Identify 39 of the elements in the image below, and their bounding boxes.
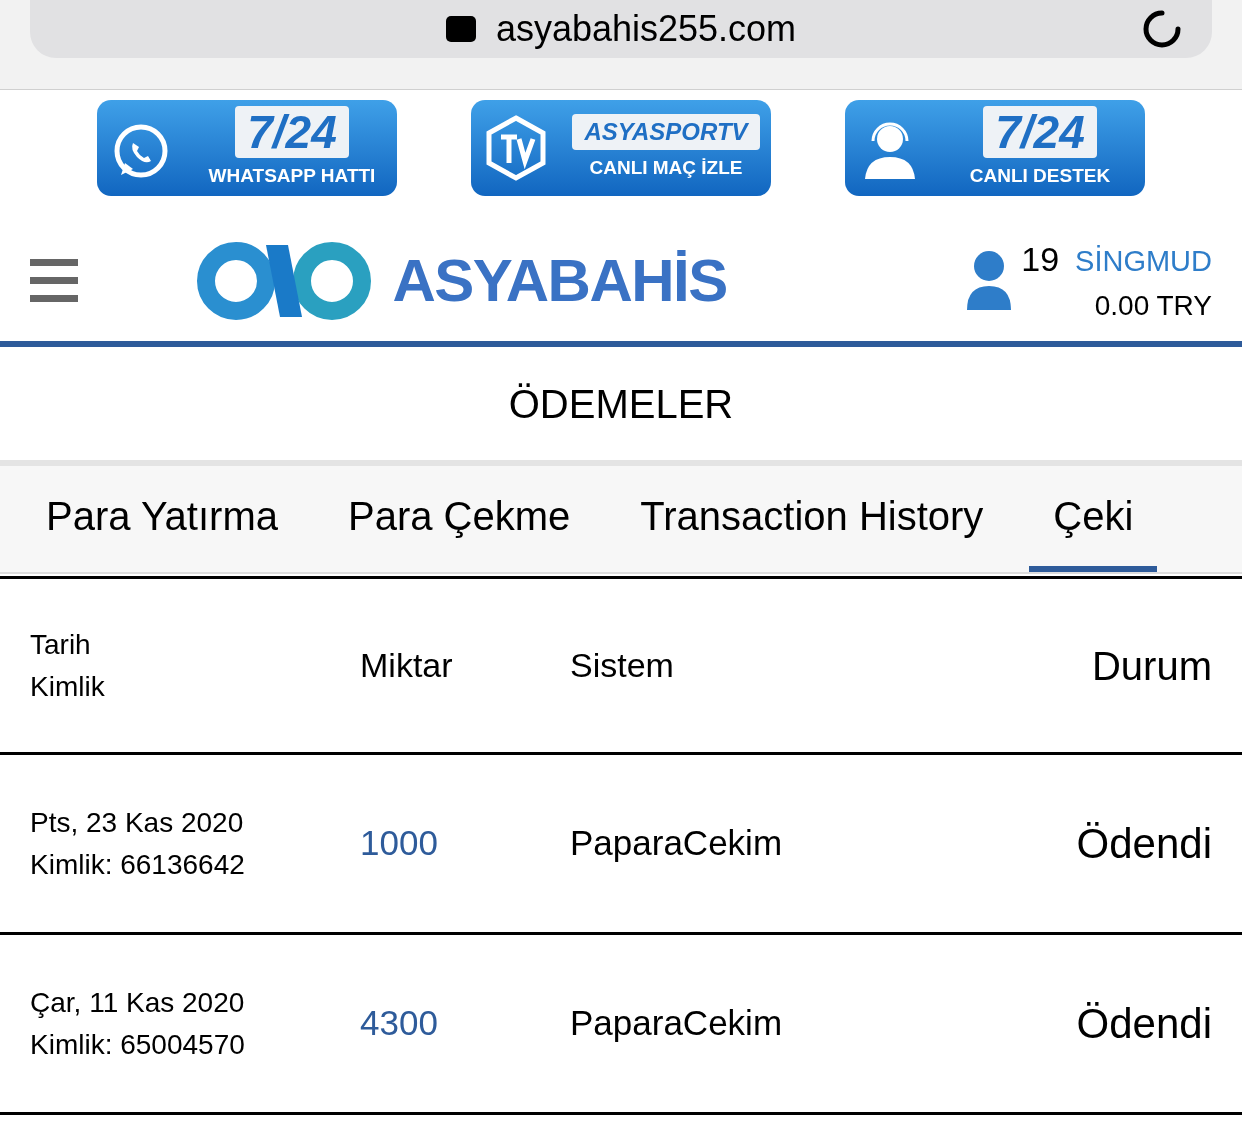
date-cell-text: Pts, 23 Kas 2020 bbox=[30, 805, 245, 840]
column-header: Miktar bbox=[360, 645, 454, 686]
banner-title: ASYASPORTV bbox=[572, 113, 760, 150]
balance: 0.00 TRY bbox=[1094, 289, 1212, 323]
url-text: asyabahis255.com bbox=[495, 11, 797, 47]
id-cell-text: Kimlik: 66136642 bbox=[30, 847, 246, 882]
menu-icon[interactable] bbox=[30, 256, 78, 305]
promo-banner[interactable]: 7/24 CANLI DESTEK bbox=[845, 100, 1145, 196]
banner-subtitle: CANLI DESTEK bbox=[969, 163, 1111, 188]
amount-cell-text: 1000 bbox=[360, 822, 439, 865]
banner-subtitle: CANLI MAÇ İZLE bbox=[589, 155, 743, 180]
banner-subtitle: WHATSAPP HATTI bbox=[208, 163, 376, 188]
banner-title: 7/24 bbox=[235, 105, 349, 158]
date-cell-text: Çar, 11 Kas 2020 bbox=[30, 985, 246, 1020]
column-header: Tarih Kimlik bbox=[30, 627, 106, 704]
system-cell-text: PaparaCekim bbox=[570, 1002, 784, 1045]
tab[interactable]: Transaction History bbox=[616, 466, 1008, 572]
lock-icon bbox=[445, 16, 476, 42]
column-header: Sistem bbox=[570, 645, 675, 686]
address-bar[interactable]: asyabahis255.com bbox=[30, 0, 1212, 58]
tab[interactable]: Para Çekme bbox=[323, 466, 595, 572]
amount-cell-text: 4300 bbox=[360, 1002, 439, 1045]
tab[interactable]: Çeki bbox=[1029, 466, 1158, 572]
user-count: 19 bbox=[1021, 239, 1060, 280]
banner-title: 7/24 bbox=[983, 105, 1097, 158]
tab[interactable]: Para Yatırma bbox=[22, 466, 302, 572]
username[interactable]: SİNGMUD bbox=[1075, 240, 1212, 284]
status-cell-text: Ödendi bbox=[1076, 819, 1212, 869]
promo-banner[interactable]: ASYASPORTV CANLI MAÇ İZLE bbox=[471, 100, 771, 196]
tv-hexagon-icon bbox=[485, 115, 547, 181]
column-header: Durum bbox=[1091, 642, 1212, 690]
infinity-logo-icon bbox=[196, 240, 373, 321]
brand-logo-text: ASYABAHİS bbox=[392, 245, 727, 316]
status-cell-text: Ödendi bbox=[1076, 999, 1212, 1049]
user-icon[interactable] bbox=[965, 249, 1014, 312]
system-cell-text: PaparaCekim bbox=[570, 822, 784, 865]
page-title: ÖDEMELER bbox=[508, 380, 734, 428]
promo-banner[interactable]: 7/24 WHATSAPP HATTI bbox=[97, 100, 397, 196]
id-cell-text: Kimlik: 65004570 bbox=[30, 1027, 246, 1062]
